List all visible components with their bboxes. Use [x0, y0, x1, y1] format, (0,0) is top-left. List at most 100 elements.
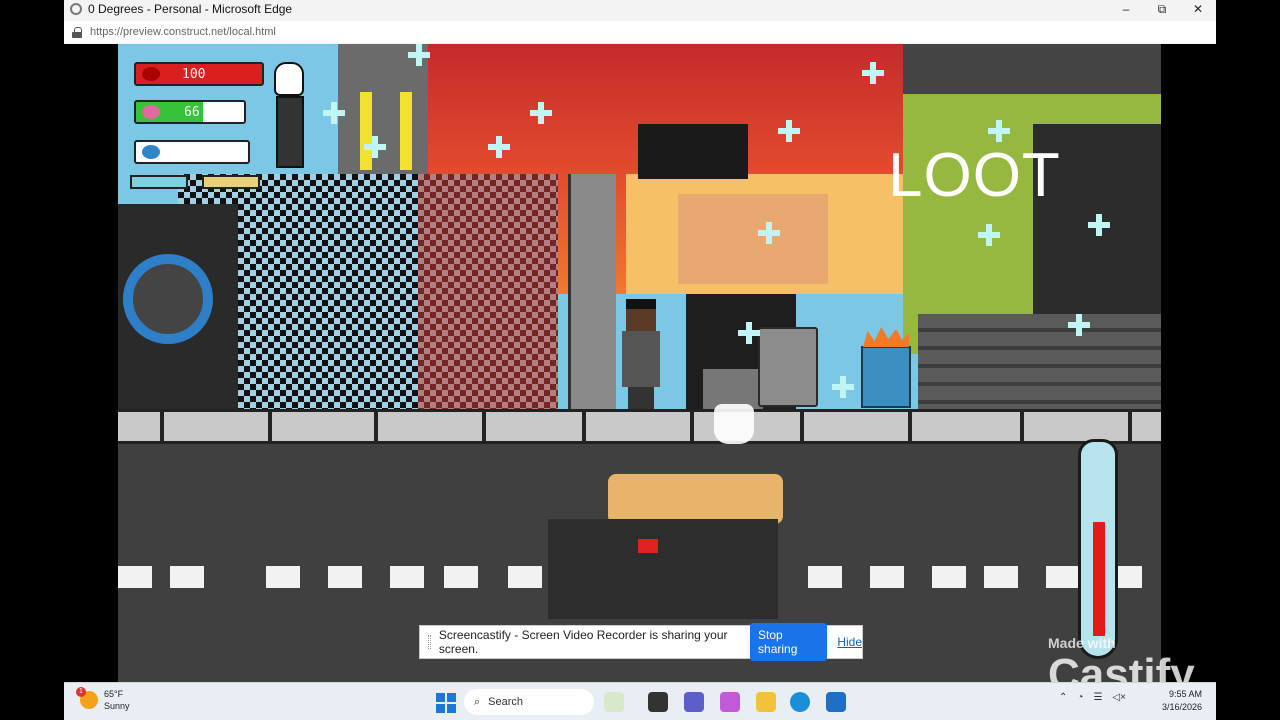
clock[interactable]: 9:55 AM 3/16/2026 [1162, 688, 1202, 714]
time-text: 9:55 AM [1168, 689, 1202, 699]
snowflake-icon [738, 322, 760, 344]
sidewalk [118, 409, 1161, 444]
address-bar[interactable]: https://preview.construct.net/local.html [64, 21, 1216, 43]
file-explorer-icon[interactable] [756, 692, 776, 712]
snowflake-icon [978, 224, 1000, 246]
billboard-hair [638, 124, 748, 179]
lane-marking [1046, 566, 1080, 588]
sidewalk-joint [582, 412, 586, 442]
snowflake-icon [488, 136, 510, 158]
food-meter [202, 175, 260, 189]
weather-widget[interactable]: 1 65°F Sunny [76, 687, 130, 712]
player-head [626, 299, 656, 331]
taskbar: 1 65°F Sunny ⌕ Search ⌃ ◔ ☰ ◁× 9:55 AM 3… [64, 682, 1216, 720]
lane-marking [390, 566, 424, 588]
date-text: 3/16/2026 [1161, 702, 1202, 712]
snowflake-icon [1068, 314, 1090, 336]
stamina-value: 66 [184, 104, 200, 120]
lane-marking [808, 566, 842, 588]
chevron-up-icon[interactable]: ⌃ [1059, 692, 1067, 703]
sidewalk-joint [160, 412, 164, 442]
sidewalk-joint [908, 412, 912, 442]
lungs-icon [142, 105, 160, 119]
player-character [618, 299, 664, 419]
sidewalk-joint [690, 412, 694, 442]
window-controls: – ⧉ ✕ [1108, 0, 1216, 18]
snowflake-icon [832, 376, 854, 398]
speaker-icon[interactable]: ◁× [1112, 692, 1126, 703]
weather-condition: Sunny [104, 701, 130, 711]
lane-marking [932, 566, 966, 588]
lane-marking [118, 566, 152, 588]
wifi-icon[interactable]: ☰ [1093, 692, 1102, 703]
task-view-icon[interactable] [648, 692, 668, 712]
snowflake-icon [323, 102, 345, 124]
red-tint-building [418, 174, 558, 414]
temperature-fill [1093, 522, 1105, 636]
search-icon: ⌕ [474, 695, 481, 708]
sun-icon: 1 [76, 687, 98, 709]
weather-temp: 65°F [104, 689, 124, 699]
stop-sharing-button[interactable]: Stop sharing [750, 623, 828, 661]
car-roof [608, 474, 783, 524]
sidewalk-joint [1020, 412, 1024, 442]
health-bar: 100 [134, 62, 264, 86]
lane-marking [444, 566, 478, 588]
sidewalk-joint [800, 412, 804, 442]
widgets-icon[interactable] [604, 692, 624, 712]
stairs [918, 314, 1161, 414]
trash-can[interactable] [758, 327, 818, 407]
watermark-made-with: Made with [1048, 635, 1116, 651]
player-body [622, 331, 660, 387]
sidewalk-joint [268, 412, 272, 442]
close-button[interactable]: ✕ [1180, 0, 1216, 18]
snowflake-icon [862, 62, 884, 84]
taskbar-search[interactable]: ⌕ Search [464, 689, 594, 715]
network-icon[interactable]: ◔ [1077, 692, 1083, 703]
snowflake-icon [1088, 214, 1110, 236]
danger-meter [276, 96, 304, 168]
loading-icon [70, 3, 82, 15]
edge-icon[interactable] [790, 692, 810, 712]
sidewalk-joint [1128, 412, 1132, 442]
copilot-icon[interactable] [720, 692, 740, 712]
system-tray: ⌃ ◔ ☰ ◁× [1059, 692, 1126, 703]
water-meter [130, 175, 188, 189]
screen: { "browser": { "title": "0 Degrees - Per… [0, 0, 1280, 720]
lane-marking [508, 566, 542, 588]
maximize-button[interactable]: ⧉ [1144, 0, 1180, 18]
yellow-light-right [400, 92, 412, 170]
heart-icon [142, 67, 160, 81]
snowflake-icon [758, 222, 780, 244]
snowflake-icon [778, 120, 800, 142]
fire-barrel[interactable] [861, 346, 911, 408]
screen-share-banner: Screencastify - Screen Video Recorder is… [419, 623, 863, 661]
vision-bar [134, 140, 250, 164]
drag-handle[interactable] [428, 635, 431, 649]
concrete-pillar [568, 174, 616, 414]
share-message: Screencastify - Screen Video Recorder is… [438, 628, 728, 656]
minimize-button[interactable]: – [1108, 0, 1144, 18]
eye-icon [142, 145, 160, 159]
url-text: https://preview.construct.net/local.html [90, 26, 276, 38]
yellow-light-left [360, 92, 372, 170]
snowflake-icon [408, 44, 430, 66]
skull-icon [274, 62, 304, 96]
sidewalk-joint [374, 412, 378, 442]
crate [703, 369, 763, 409]
stamina-bar: 66 [134, 100, 246, 124]
thermometer [1078, 439, 1118, 659]
game-canvas[interactable]: 100 66 LOOT [118, 44, 1161, 682]
snowflake-icon [530, 102, 552, 124]
lane-marking [266, 566, 300, 588]
title-bar: 0 Degrees - Personal - Microsoft Edge [64, 0, 1216, 18]
car-body [548, 519, 778, 619]
store-icon[interactable] [826, 692, 846, 712]
teams-icon[interactable] [684, 692, 704, 712]
browser-window: 0 Degrees - Personal - Microsoft Edge – … [64, 0, 1216, 44]
hide-link[interactable]: Hide [837, 635, 862, 649]
windows-logo-icon [436, 693, 445, 702]
search-label: Search [488, 696, 524, 708]
car [538, 464, 788, 624]
start-button[interactable] [436, 693, 456, 713]
